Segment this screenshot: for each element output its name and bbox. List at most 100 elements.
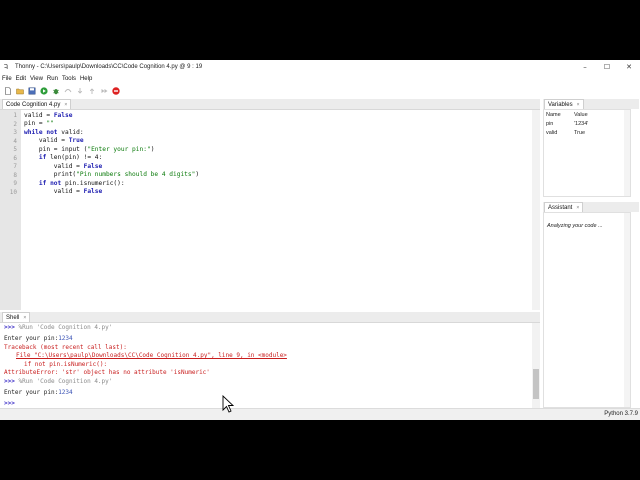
assistant-message: Analyzing your code ... xyxy=(547,223,603,229)
traceback-file-link[interactable]: File "C:\Users\paulp\Downloads\CC\Code C… xyxy=(16,352,287,359)
variable-value: '1234' xyxy=(574,120,589,127)
thonny-logo-icon: Ꮈ xyxy=(4,62,8,71)
menu-view[interactable]: View xyxy=(30,76,43,82)
window-controls: – ☐ ✕ xyxy=(574,60,640,74)
variables-header: Name Value xyxy=(544,110,630,119)
shell-tab[interactable]: Shell × xyxy=(2,312,31,322)
shell-line: >>> %Run 'Code Cognition 4.py' xyxy=(4,378,112,385)
minimize-button[interactable]: – xyxy=(574,60,596,74)
step-into-icon[interactable] xyxy=(75,87,84,96)
thonny-window: Ꮈ Thonny - C:\Users\paulp\Downloads\CC\C… xyxy=(0,60,640,420)
menu-file[interactable]: File xyxy=(2,76,12,82)
menu-run[interactable]: Run xyxy=(47,76,58,82)
stop-icon[interactable] xyxy=(111,87,120,96)
editor-scrollbar[interactable] xyxy=(532,110,540,310)
shell-prompt: >>> xyxy=(4,378,15,385)
step-out-icon[interactable] xyxy=(87,87,96,96)
variables-scrollbar[interactable] xyxy=(624,110,630,196)
maximize-button[interactable]: ☐ xyxy=(596,60,618,74)
code-line: pin = input ("Enter your pin:") xyxy=(24,145,155,153)
step-over-icon[interactable] xyxy=(63,87,72,96)
line-number: 10 xyxy=(9,188,17,196)
line-number: 1 xyxy=(13,112,17,119)
variable-name: pin xyxy=(546,120,554,127)
code-line: print("Pin numbers should be 4 digits") xyxy=(24,171,200,178)
code-editor[interactable]: 1 2 3 4 5 6 7 8 9 10 valid = False pin =… xyxy=(0,109,540,310)
open-file-icon[interactable] xyxy=(15,87,24,96)
close-tab-icon[interactable]: × xyxy=(64,102,67,108)
variables-tab-label: Variables xyxy=(548,101,573,108)
editor-tab[interactable]: Code Cognition 4.py × xyxy=(2,99,72,109)
menu-tools[interactable]: Tools xyxy=(62,76,76,82)
line-number: 7 xyxy=(13,163,17,170)
code-line: if len(pin) != 4: xyxy=(38,154,103,161)
menu-edit[interactable]: Edit xyxy=(16,76,26,82)
code-line: pin = "" xyxy=(24,120,54,127)
code-line: valid = False xyxy=(24,162,103,170)
shell-prompt: >>> xyxy=(4,324,15,331)
shell-scrollbar-thumb[interactable] xyxy=(533,369,539,399)
variables-tab[interactable]: Variables × xyxy=(544,99,584,109)
menu-bar: File Edit View Run Tools Help xyxy=(0,74,640,84)
mouse-pointer-icon xyxy=(222,395,234,413)
status-bar: Python 3.7.9 xyxy=(0,408,640,420)
shell-scrollbar[interactable] xyxy=(532,323,540,409)
editor-tab-label: Code Cognition 4.py xyxy=(6,101,61,108)
assistant-tab[interactable]: Assistant × xyxy=(544,202,584,212)
run-icon[interactable] xyxy=(39,87,48,96)
code-line: valid = False xyxy=(24,111,73,119)
python-version[interactable]: Python 3.7.9 xyxy=(604,411,638,417)
traceback-file-link-text[interactable]: File "C:\Users\paulp\Downloads\CC\Code C… xyxy=(16,352,287,359)
code-line: while not valid: xyxy=(24,128,84,136)
shell-tab-bar: Shell × xyxy=(0,312,540,322)
line-number: 9 xyxy=(13,180,17,187)
run-command: %Run 'Code Cognition 4.py' xyxy=(14,378,113,385)
line-number: 6 xyxy=(13,154,17,162)
assistant-panel: Analyzing your code ... xyxy=(543,212,631,408)
error-message: AttributeError: 'str' object has no attr… xyxy=(4,369,210,376)
close-tab-icon[interactable]: × xyxy=(576,205,579,211)
column-header-value[interactable]: Value xyxy=(574,112,624,118)
debug-icon[interactable] xyxy=(51,87,60,96)
shell-line: >>> %Run 'Code Cognition 4.py' xyxy=(4,324,112,331)
user-input-value: 1234 xyxy=(58,389,73,396)
editor-tab-bar: Code Cognition 4.py × xyxy=(0,99,540,109)
line-number: 4 xyxy=(13,137,17,145)
variable-row[interactable]: valid True xyxy=(544,128,630,137)
shell-tab-label: Shell xyxy=(6,314,20,321)
user-input-value: 1234 xyxy=(58,335,73,342)
assistant-tab-label: Assistant xyxy=(548,204,573,211)
run-command: %Run 'Code Cognition 4.py' xyxy=(14,324,113,331)
line-number-gutter: 1 2 3 4 5 6 7 8 9 10 xyxy=(0,110,21,310)
input-prompt-text: Enter your pin: xyxy=(4,335,59,342)
new-file-icon[interactable] xyxy=(3,87,12,96)
line-number: 3 xyxy=(13,129,17,136)
line-number: 2 xyxy=(13,120,17,128)
shell-console[interactable]: >>> %Run 'Code Cognition 4.py' Enter you… xyxy=(0,322,540,409)
assistant-tab-bar: Assistant × xyxy=(543,202,639,212)
shell-prompt: >>> xyxy=(4,400,15,407)
input-prompt-text: Enter your pin: xyxy=(4,389,59,396)
save-file-icon[interactable] xyxy=(27,87,36,96)
window-title: Thonny - C:\Users\paulp\Downloads\CC\Cod… xyxy=(15,64,203,70)
traceback-code: if not pin.isNumeric(): xyxy=(24,360,108,368)
traceback-header: Traceback (most recent call last): xyxy=(4,343,127,351)
shell-line: Enter your pin:1234 xyxy=(4,335,73,342)
column-header-name[interactable]: Name xyxy=(544,112,574,118)
shell-line: >>> xyxy=(4,400,15,407)
menu-help[interactable]: Help xyxy=(80,76,92,82)
code-line: if not pin.isnumeric(): xyxy=(38,179,125,187)
variable-row[interactable]: pin '1234' xyxy=(544,119,630,128)
close-tab-icon[interactable]: × xyxy=(577,102,580,108)
variable-name: valid xyxy=(546,129,558,136)
shell-line: Enter your pin:1234 xyxy=(4,389,73,396)
assistant-scrollbar[interactable] xyxy=(624,213,630,407)
line-number: 5 xyxy=(13,146,17,153)
resume-icon[interactable] xyxy=(99,87,108,96)
variable-value: True xyxy=(574,129,586,136)
variables-tab-bar: Variables × xyxy=(543,99,639,109)
variables-panel: Name Value pin '1234' valid True xyxy=(543,109,631,197)
close-tab-icon[interactable]: × xyxy=(23,315,26,321)
close-window-button[interactable]: ✕ xyxy=(618,60,640,74)
code-line: valid = True xyxy=(24,137,84,144)
